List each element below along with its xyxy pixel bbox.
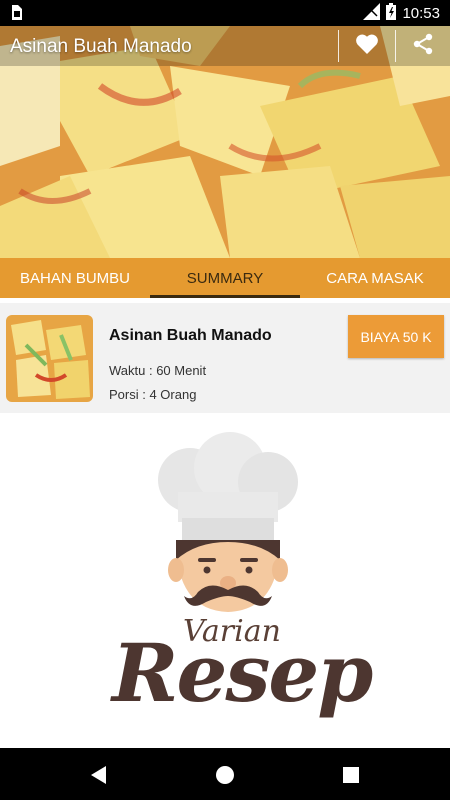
signal-icon [363,3,381,24]
share-icon [412,33,434,60]
tab-bar: BAHAN BUMBU SUMMARY CARA MASAK [0,258,450,298]
recipe-name: Asinan Buah Manado [109,327,272,344]
varian-resep-logo: Varian Resep [0,430,450,730]
logo-text-resep: Resep [112,626,373,720]
recipe-summary-card: Asinan Buah Manado Waktu : 60 Menit Pors… [0,303,450,413]
battery-icon [386,3,397,24]
servings: Porsi : 4 Orang [109,387,197,402]
recipe-thumbnail [6,315,93,402]
favorite-button[interactable] [352,32,382,60]
tab-cara-masak[interactable]: CARA MASAK [300,258,450,298]
toolbar-divider [395,30,396,62]
page-title: Asinan Buah Manado [10,36,192,57]
toolbar-divider [338,30,339,62]
recents-icon[interactable] [340,764,362,786]
heart-icon [355,33,379,60]
home-icon[interactable] [214,764,236,786]
cooking-time: Waktu : 60 Menit [109,363,207,378]
tab-summary[interactable]: SUMMARY [150,258,300,298]
tab-bahan-bumbu[interactable]: BAHAN BUMBU [0,258,150,298]
share-button[interactable] [408,32,438,60]
back-icon[interactable] [88,764,110,786]
status-bar: 10:53 [0,0,450,26]
clock: 10:53 [402,5,440,22]
system-nav-bar [0,748,450,800]
sim-icon [10,5,22,25]
app-toolbar: Asinan Buah Manado [0,26,450,66]
cost-button[interactable]: BIAYA 50 K [348,315,444,358]
